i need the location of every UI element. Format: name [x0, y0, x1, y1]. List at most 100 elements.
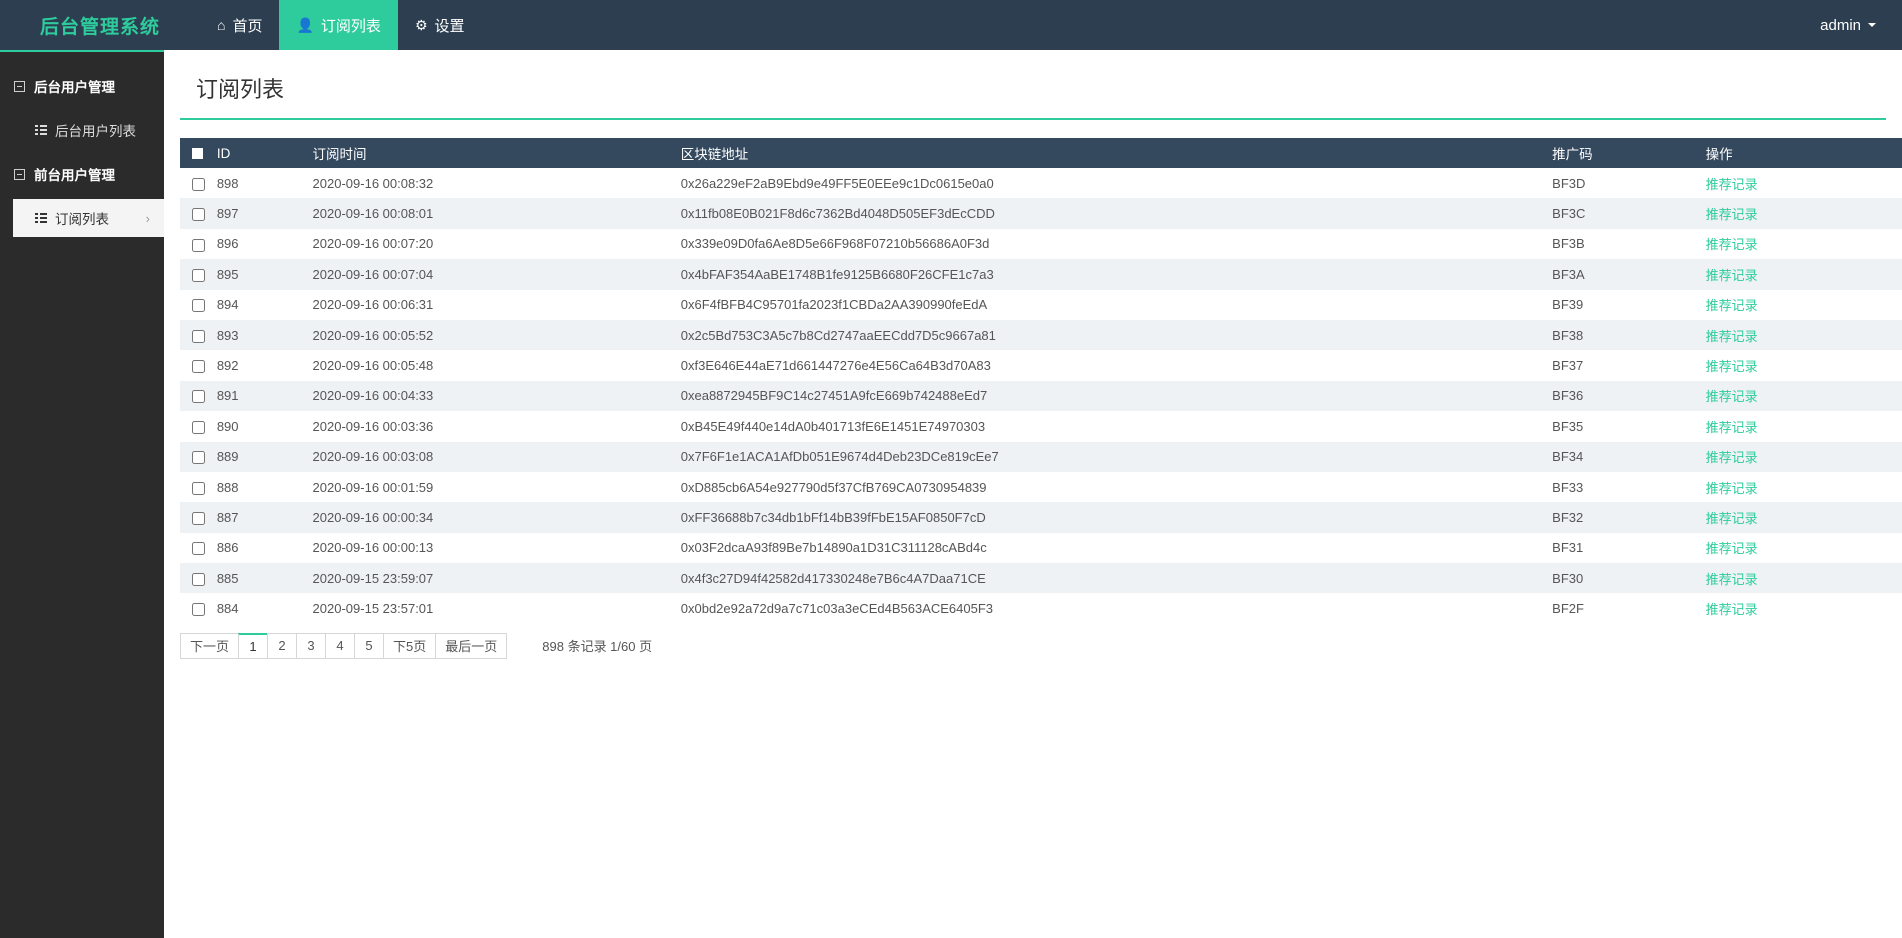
cell-id: 889 — [216, 449, 239, 465]
row-checkbox[interactable] — [192, 208, 205, 222]
referral-record-link[interactable]: 推荐记录 — [1706, 602, 1758, 617]
pagination-page-3[interactable]: 3 — [296, 632, 327, 659]
pagination-prev[interactable]: 下一页 — [180, 632, 240, 659]
cell-time: 2020-09-16 00:01:59 — [312, 479, 434, 495]
referral-record-link[interactable]: 推荐记录 — [1706, 359, 1758, 374]
referral-record-link[interactable]: 推荐记录 — [1706, 207, 1758, 222]
cell-address: 0xf3E646E44aE71d661447276e4E56Ca64B3d70A… — [680, 358, 991, 374]
sidebar-item-subscription-list[interactable]: 订阅列表 › — [13, 199, 164, 237]
cell-id: 896 — [216, 236, 239, 252]
row-select-cell[interactable] — [180, 442, 217, 472]
table-row: 884 2020-09-15 23:57:01 0x0bd2e92a72d9a7c7… — [180, 593, 1902, 624]
row-checkbox[interactable] — [192, 329, 205, 343]
row-select-cell[interactable] — [180, 563, 217, 593]
referral-record-link[interactable]: 推荐记录 — [1706, 450, 1758, 465]
referral-record-link[interactable]: 推荐记录 — [1706, 481, 1758, 496]
row-checkbox[interactable] — [192, 420, 205, 434]
table-row: 885 2020-09-15 23:59:07 0x4f3c27D94f42582d… — [180, 563, 1902, 594]
select-all-checkbox-icon[interactable] — [192, 148, 203, 160]
referral-record-link[interactable]: 推荐记录 — [1706, 237, 1758, 252]
row-select-cell[interactable] — [180, 411, 217, 441]
nav-item-subscription-list[interactable]: 👤 订阅列表 — [279, 0, 398, 50]
cell-address: 0x4f3c27D94f42582d417330248e7B6c4A7Daa71… — [680, 570, 986, 586]
nav-item-settings[interactable]: ⚙ 设置 — [398, 0, 482, 50]
row-checkbox[interactable] — [192, 238, 205, 252]
row-select-cell[interactable] — [180, 198, 217, 228]
pagination-page-2[interactable]: 2 — [267, 632, 298, 659]
row-select-cell[interactable] — [180, 320, 217, 350]
row-checkbox[interactable] — [192, 360, 205, 374]
referral-record-link[interactable]: 推荐记录 — [1706, 511, 1758, 526]
pagination-last[interactable]: 最后一页 — [435, 632, 508, 659]
row-select-cell[interactable] — [180, 381, 217, 411]
referral-record-link[interactable]: 推荐记录 — [1706, 389, 1758, 404]
pagination-page-4[interactable]: 4 — [325, 632, 356, 659]
cell-action: 推荐记录 — [1706, 198, 1902, 228]
column-header-code: 推广码 — [1552, 138, 1706, 168]
row-checkbox[interactable] — [192, 299, 205, 313]
cell-time: 2020-09-16 00:00:13 — [312, 540, 434, 556]
row-checkbox[interactable] — [192, 572, 205, 586]
cell-id: 887 — [216, 509, 239, 525]
cell-action: 推荐记录 — [1706, 442, 1902, 472]
row-select-cell[interactable] — [180, 472, 217, 502]
cell-action: 推荐记录 — [1706, 533, 1902, 563]
row-checkbox[interactable] — [192, 603, 205, 617]
referral-record-link[interactable]: 推荐记录 — [1706, 298, 1758, 313]
row-checkbox[interactable] — [192, 268, 205, 282]
column-select-all[interactable] — [180, 138, 217, 168]
referral-record-link[interactable]: 推荐记录 — [1706, 177, 1758, 192]
row-checkbox[interactable] — [192, 542, 205, 556]
row-select-cell[interactable] — [180, 168, 217, 198]
referral-record-link[interactable]: 推荐记录 — [1706, 329, 1758, 344]
cell-address: 0x2c5Bd753C3A5c7b8Cd2747aaEECdd7D5c9667a… — [680, 327, 996, 343]
pagination-next-5[interactable]: 下5页 — [383, 632, 437, 659]
nav-item-home[interactable]: ⌂ 首页 — [200, 0, 279, 50]
cell-address: 0x339e09D0fa6Ae8D5e66F968F07210b56686A0F… — [680, 236, 990, 252]
collapse-toggle-icon[interactable] — [14, 168, 25, 180]
row-select-cell[interactable] — [180, 502, 217, 532]
row-select-cell[interactable] — [180, 593, 217, 623]
pagination-page-1[interactable]: 1 — [238, 632, 269, 659]
cell-code: BF36 — [1552, 388, 1584, 404]
cell-code: BF38 — [1552, 327, 1584, 343]
sidebar-item-backend-user-list[interactable]: 后台用户列表 — [13, 111, 164, 149]
referral-record-link[interactable]: 推荐记录 — [1706, 572, 1758, 587]
user-icon: 👤 — [296, 17, 314, 33]
cell-time: 2020-09-16 00:03:36 — [312, 418, 434, 434]
referral-record-link[interactable]: 推荐记录 — [1706, 541, 1758, 556]
row-select-cell[interactable] — [180, 350, 217, 380]
cell-code: BF37 — [1552, 358, 1584, 374]
sidebar-item-label: 订阅列表 — [55, 212, 109, 227]
table-row: 895 2020-09-16 00:07:04 0x4bFAF354AaBE1748… — [180, 259, 1902, 290]
cell-address: 0xB45E49f440e14dA0b401713fE6E1451E749703… — [680, 418, 986, 434]
cell-time: 2020-09-16 00:00:34 — [312, 509, 434, 525]
subscription-table: ID 订阅时间 区块链地址 推广码 操作 898 2020-09-16 00:08… — [180, 138, 1902, 624]
collapse-toggle-icon[interactable] — [14, 80, 25, 92]
row-checkbox[interactable] — [192, 451, 205, 465]
row-select-cell[interactable] — [180, 533, 217, 563]
table-header: ID 订阅时间 区块链地址 推广码 操作 — [180, 138, 1902, 168]
row-select-cell[interactable] — [180, 229, 217, 259]
sidebar-group-label: 前台用户管理 — [34, 168, 115, 183]
user-menu[interactable]: admin — [1820, 0, 1902, 50]
row-select-cell[interactable] — [180, 259, 217, 289]
referral-record-link[interactable]: 推荐记录 — [1706, 420, 1758, 435]
pagination-page-5[interactable]: 5 — [354, 632, 385, 659]
cell-action: 推荐记录 — [1706, 593, 1902, 623]
row-checkbox[interactable] — [192, 481, 205, 495]
referral-record-link[interactable]: 推荐记录 — [1706, 268, 1758, 283]
sidebar-group-backend-user-management[interactable]: 后台用户管理 — [0, 68, 164, 104]
table-row: 889 2020-09-16 00:03:08 0x7F6F1e1ACA1AfDb0… — [180, 441, 1902, 472]
column-header-address: 区块链地址 — [680, 138, 1553, 168]
table-row: 892 2020-09-16 00:05:48 0xf3E646E44aE71d66… — [180, 350, 1902, 381]
row-checkbox[interactable] — [192, 177, 205, 191]
cell-time: 2020-09-16 00:07:20 — [312, 236, 434, 252]
row-checkbox[interactable] — [192, 390, 205, 404]
row-checkbox[interactable] — [192, 512, 205, 526]
row-select-cell[interactable] — [180, 290, 217, 320]
cell-time: 2020-09-16 00:04:33 — [312, 388, 434, 404]
sidebar-group-frontend-user-management[interactable]: 前台用户管理 — [0, 156, 164, 192]
table-row: 893 2020-09-16 00:05:52 0x2c5Bd753C3A5c7b8… — [180, 319, 1902, 351]
main-content: 订阅列表 ID 订阅时间 区块链地址 推广码 操作 898 2020-09-16 … — [164, 50, 1902, 938]
